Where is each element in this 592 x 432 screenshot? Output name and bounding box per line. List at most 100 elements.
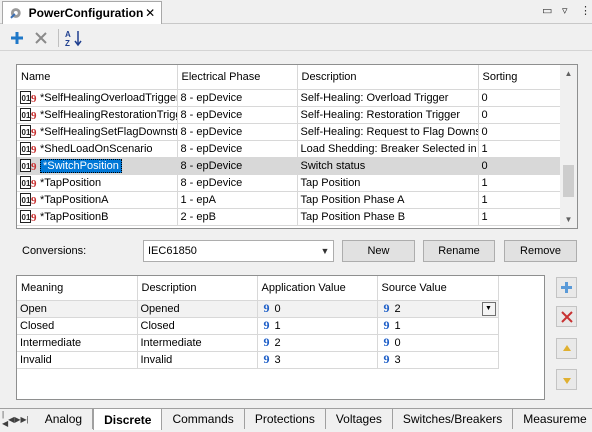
meaning-cell[interactable]: Open (17, 300, 138, 318)
name-cell[interactable]: 01 9 *SwitchPosition (17, 157, 178, 175)
name-cell[interactable]: 01 9 *SelfHealingSetFlagDownstre (17, 123, 178, 141)
application-value-cell[interactable]: 93 (257, 351, 378, 369)
tab-measureme[interactable]: Measureme (513, 409, 592, 429)
table-row[interactable]: 01 9 *TapPositionB 2 - epB Tap Position Phas… (17, 208, 561, 226)
phase-cell[interactable]: 8 - epDevice (177, 140, 298, 158)
description-cell[interactable]: Self-Healing: Restoration Trigger (297, 106, 479, 124)
table-row[interactable]: 01 9 *SelfHealingSetFlagDownstre 8 - epDevi… (17, 123, 561, 141)
tab-commands[interactable]: Commands (162, 409, 245, 429)
new-button[interactable]: New (342, 240, 415, 262)
tab-voltages[interactable]: Voltages (326, 409, 393, 429)
description-cell[interactable]: Tap Position Phase B (297, 208, 479, 226)
description-cell[interactable]: Closed (137, 317, 258, 335)
add-mapping-button[interactable] (556, 277, 577, 298)
close-tab-icon[interactable]: ✕ (143, 6, 157, 20)
scroll-down-icon[interactable]: ▼ (560, 211, 577, 228)
sorting-cell[interactable]: 0 (478, 157, 561, 175)
tab-power-configuration[interactable]: PowerConfiguration ✕ (2, 1, 162, 24)
source-value-cell[interactable]: 91 (377, 317, 499, 335)
column-header-source-value[interactable]: Source Value (377, 276, 499, 301)
name-cell[interactable]: 01 9 *SelfHealingRestorationTrigg (17, 106, 178, 124)
application-value-cell[interactable]: 90 (257, 300, 378, 318)
source-value-cell[interactable]: ▼ 9 2 (377, 300, 499, 318)
phase-cell[interactable]: 2 - epB (177, 208, 298, 226)
signals-scrollbar[interactable]: ▲ ▼ (560, 65, 577, 228)
tab-analog[interactable]: Analog (35, 409, 94, 429)
description-cell[interactable]: Intermediate (137, 334, 258, 352)
name-cell[interactable]: 01 9 *TapPosition (17, 174, 178, 192)
name-cell[interactable]: 01 9 *TapPositionA (17, 191, 178, 209)
description-cell[interactable]: Opened (137, 300, 258, 318)
phase-cell[interactable]: 1 - epA (177, 191, 298, 209)
restore-icon[interactable]: ▭ (542, 4, 552, 17)
table-row[interactable]: 01 9 *TapPositionA 1 - epA Tap Position Phas… (17, 191, 561, 209)
column-header-description[interactable]: Description (137, 276, 258, 301)
sorting-cell[interactable]: 0 (478, 89, 561, 107)
sorting-cell[interactable]: 0 (478, 106, 561, 124)
column-header-description[interactable]: Description (297, 65, 479, 90)
application-value-cell[interactable]: 92 (257, 334, 378, 352)
table-row[interactable]: 01 9 *SelfHealingRestorationTrigg 8 - epDev… (17, 106, 561, 124)
sorting-cell[interactable]: 1 (478, 174, 561, 192)
description-cell[interactable]: Self-Healing: Request to Flag Downs (297, 123, 479, 141)
column-header-sorting[interactable]: Sorting (478, 65, 561, 90)
table-row[interactable]: Invalid Invalid 9 3 9 3 (17, 351, 499, 369)
remove-mapping-button[interactable] (556, 306, 577, 327)
scroll-up-icon[interactable]: ▲ (560, 65, 577, 82)
meaning-cell[interactable]: Intermediate (17, 334, 138, 352)
column-header-meaning[interactable]: Meaning (17, 276, 138, 301)
table-row[interactable]: 01 9 *TapPosition 8 - epDevice Tap Position 1 (17, 174, 561, 192)
name-cell[interactable]: 01 9 *SelfHealingOverloadTrigger (17, 89, 178, 107)
remove-button[interactable]: Remove (504, 240, 577, 262)
phase-cell[interactable]: 8 - epDevice (177, 89, 298, 107)
table-row[interactable]: Open Opened 9 0 ▼ 9 2 (17, 300, 499, 318)
more-icon[interactable]: ⋮ (580, 4, 591, 17)
phase-cell[interactable]: 8 - epDevice (177, 157, 298, 175)
sort-button[interactable]: A Z (63, 28, 85, 48)
sorting-cell[interactable]: 0 (478, 123, 561, 141)
add-button[interactable] (6, 28, 28, 48)
description-cell[interactable]: Switch status (297, 157, 479, 175)
description-cell[interactable]: Self-Healing: Overload Trigger (297, 89, 479, 107)
name-cell[interactable]: 01 9 *ShedLoadOnScenario (17, 140, 178, 158)
column-header-application-value[interactable]: Application Value (257, 276, 378, 301)
delete-button[interactable] (30, 28, 52, 48)
column-header-electrical-phase[interactable]: Electrical Phase (177, 65, 298, 90)
tab-switches-breakers[interactable]: Switches/Breakers (393, 409, 514, 429)
application-value-cell[interactable]: 91 (257, 317, 378, 335)
sorting-cell[interactable]: 1 (478, 140, 561, 158)
table-row[interactable]: 01 9 *ShedLoadOnScenario 8 - epDevice Load S… (17, 140, 561, 158)
description-cell[interactable]: Tap Position Phase A (297, 191, 479, 209)
description-cell[interactable]: Invalid (137, 351, 258, 369)
phase-cell[interactable]: 8 - epDevice (177, 174, 298, 192)
source-value-cell[interactable]: 93 (377, 351, 499, 369)
numeric-type-icon: 9 (263, 318, 270, 332)
description-cell[interactable]: Load Shedding: Breaker Selected in S (297, 140, 479, 158)
table-row[interactable]: 01 9 *SwitchPosition 8 - epDevice Switch sta… (17, 157, 561, 175)
sorting-cell[interactable]: 1 (478, 191, 561, 209)
tab-protections[interactable]: Protections (245, 409, 326, 429)
phase-cell[interactable]: 8 - epDevice (177, 123, 298, 141)
name-cell[interactable]: 01 9 *TapPositionB (17, 208, 178, 226)
phase-cell[interactable]: 8 - epDevice (177, 106, 298, 124)
chevron-down-icon[interactable]: ▼ (481, 302, 496, 316)
meaning-cell[interactable]: Closed (17, 317, 138, 335)
source-value-cell[interactable]: 90 (377, 334, 499, 352)
meaning-cell[interactable]: Invalid (17, 351, 138, 369)
svg-text:01: 01 (22, 111, 31, 120)
last-tab-icon[interactable]: ▶| (20, 409, 28, 429)
move-down-button[interactable] (556, 369, 577, 390)
table-row[interactable]: Closed Closed 9 1 9 1 (17, 317, 499, 335)
rename-button[interactable]: Rename (423, 240, 495, 262)
column-header-name[interactable]: Name (17, 65, 178, 90)
scrollbar-thumb[interactable] (563, 165, 574, 197)
table-row[interactable]: 01 9 *SelfHealingOverloadTrigger 8 - epDevi… (17, 89, 561, 107)
numeric-type-icon: 9 (263, 352, 270, 366)
dropdown-icon[interactable]: ▿ (562, 4, 568, 17)
move-up-button[interactable] (556, 338, 577, 359)
description-cell[interactable]: Tap Position (297, 174, 479, 192)
sorting-cell[interactable]: 1 (478, 208, 561, 226)
table-row[interactable]: Intermediate Intermediate 9 2 9 0 (17, 334, 499, 352)
conversions-select[interactable]: IEC61850 ▼ (143, 240, 334, 262)
tab-discrete[interactable]: Discrete (93, 409, 163, 430)
